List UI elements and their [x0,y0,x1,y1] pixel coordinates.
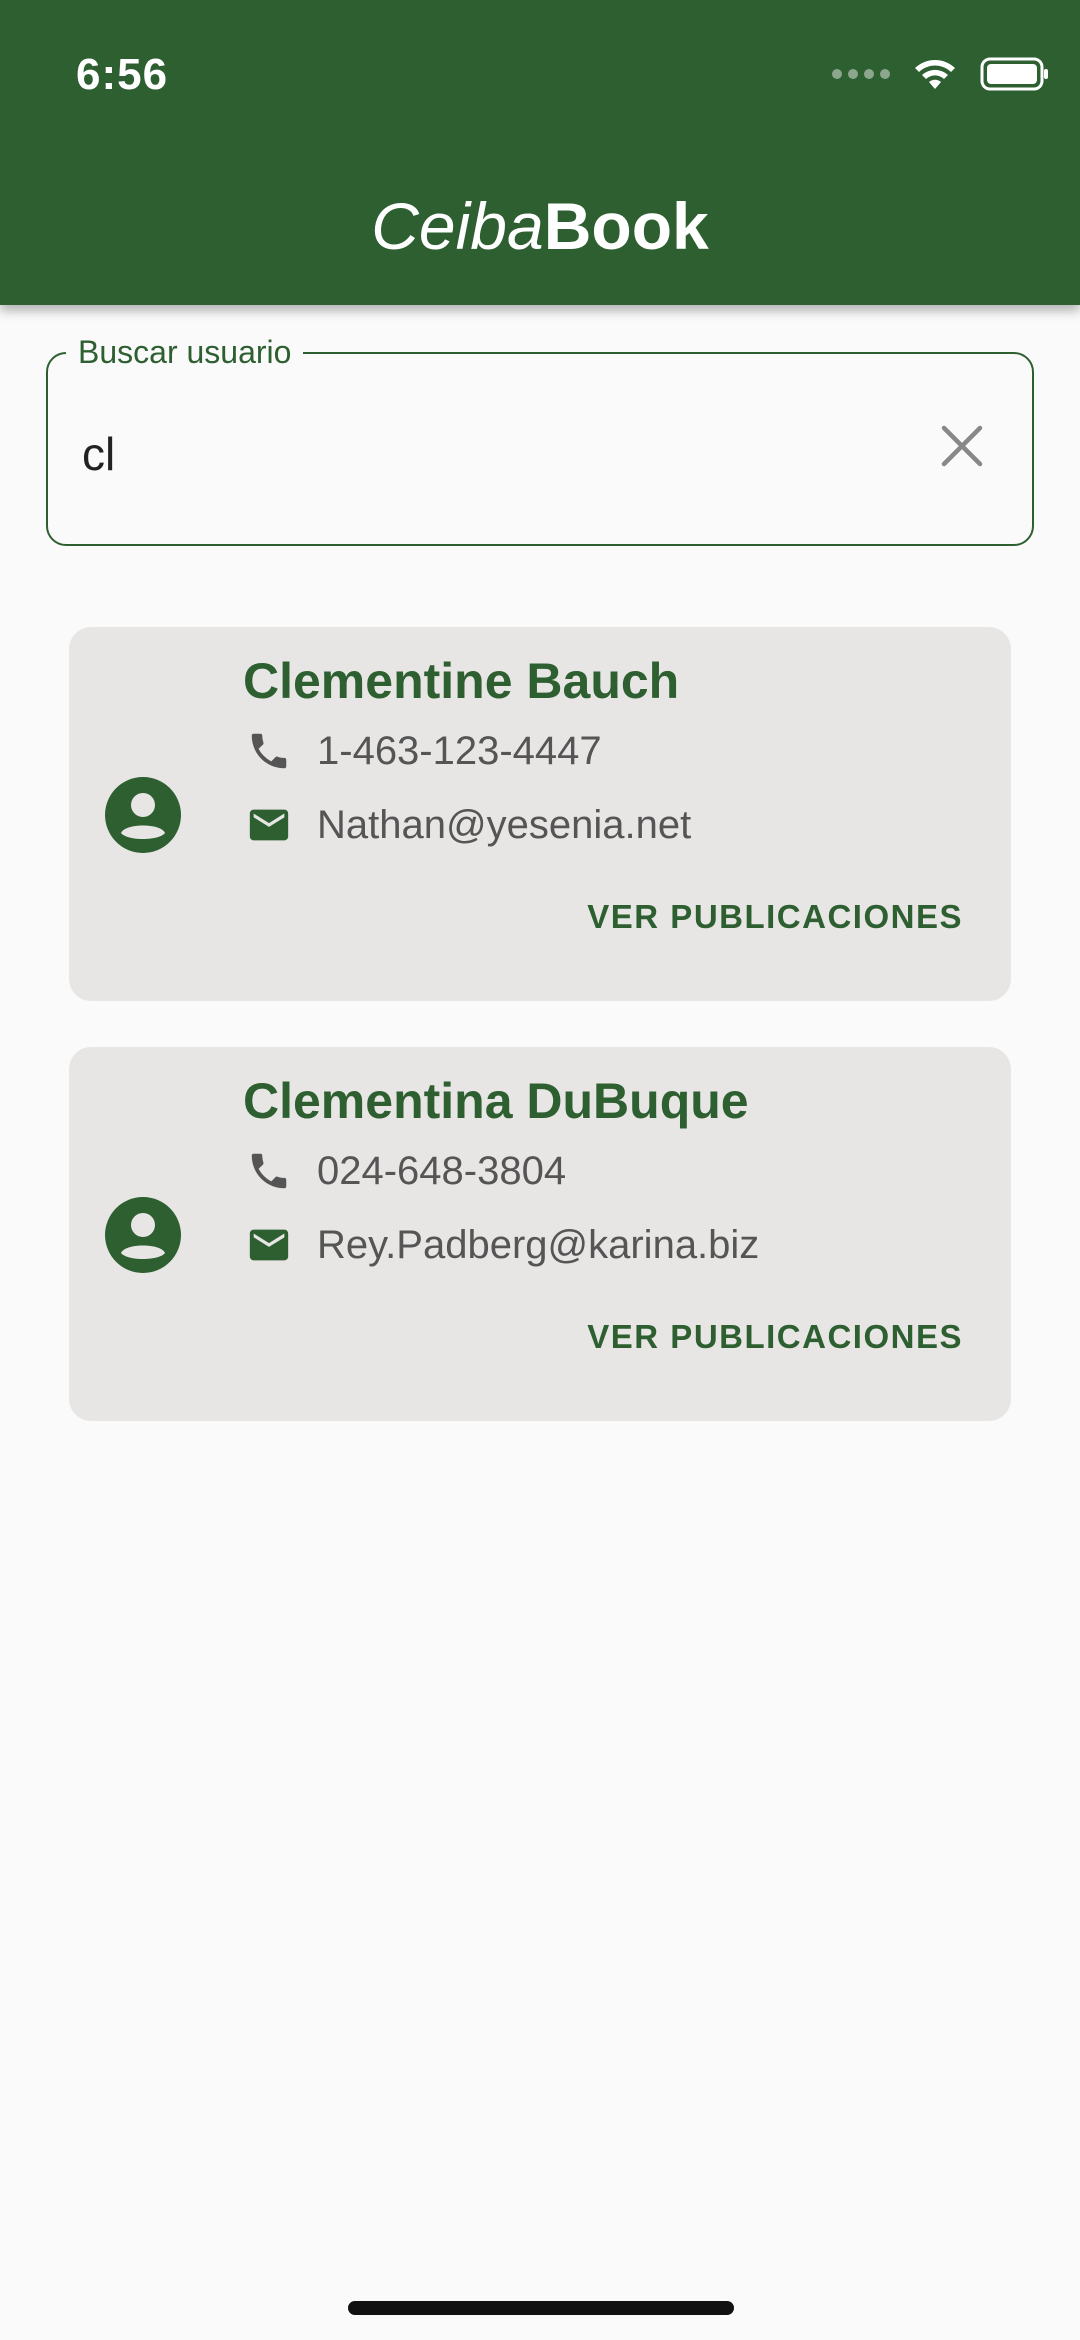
phone-icon [243,1145,295,1197]
search-input[interactable] [82,422,902,486]
account-circle-icon [105,777,181,853]
user-phone-row: 1-463-123-4447 [243,725,602,777]
cellular-signal-icon [832,69,890,79]
status-icons [832,56,1050,92]
mail-icon [243,799,295,851]
app-bar: 6:56 CeibaBook [0,0,1080,305]
user-phone: 1-463-123-4447 [317,729,602,773]
close-icon [941,425,983,467]
user-email-row: Rey.Padberg@karina.biz [243,1219,759,1271]
mail-icon [243,1219,295,1271]
user-phone: 024-648-3804 [317,1149,567,1193]
user-card: Clementina DuBuque 024-648-3804 Rey.Padb… [69,1047,1011,1421]
app-title-italic: Ceiba [371,189,544,263]
clear-search-button[interactable] [932,416,992,476]
phone-icon [243,725,295,777]
app-title: CeibaBook [0,185,1080,267]
search-label: Buscar usuario [66,332,304,372]
user-email: Nathan@yesenia.net [317,803,692,847]
user-card: Clementine Bauch 1-463-123-4447 Nathan@y… [69,627,1011,1001]
home-indicator [348,2301,734,2315]
user-name: Clementina DuBuque [243,1073,749,1129]
view-posts-button[interactable]: VER PUBLICACIONES [587,897,963,937]
user-name: Clementine Bauch [243,653,680,709]
wifi-icon [915,60,955,89]
battery-icon [980,57,1048,91]
status-time: 6:56 [76,50,169,99]
account-circle-icon [105,1197,181,1273]
search-field[interactable]: Buscar usuario [46,332,1034,546]
app-title-bold: Book [543,189,709,263]
view-posts-button[interactable]: VER PUBLICACIONES [587,1317,963,1357]
user-email-row: Nathan@yesenia.net [243,799,691,851]
user-phone-row: 024-648-3804 [243,1145,566,1197]
user-email: Rey.Padberg@karina.biz [317,1223,760,1267]
